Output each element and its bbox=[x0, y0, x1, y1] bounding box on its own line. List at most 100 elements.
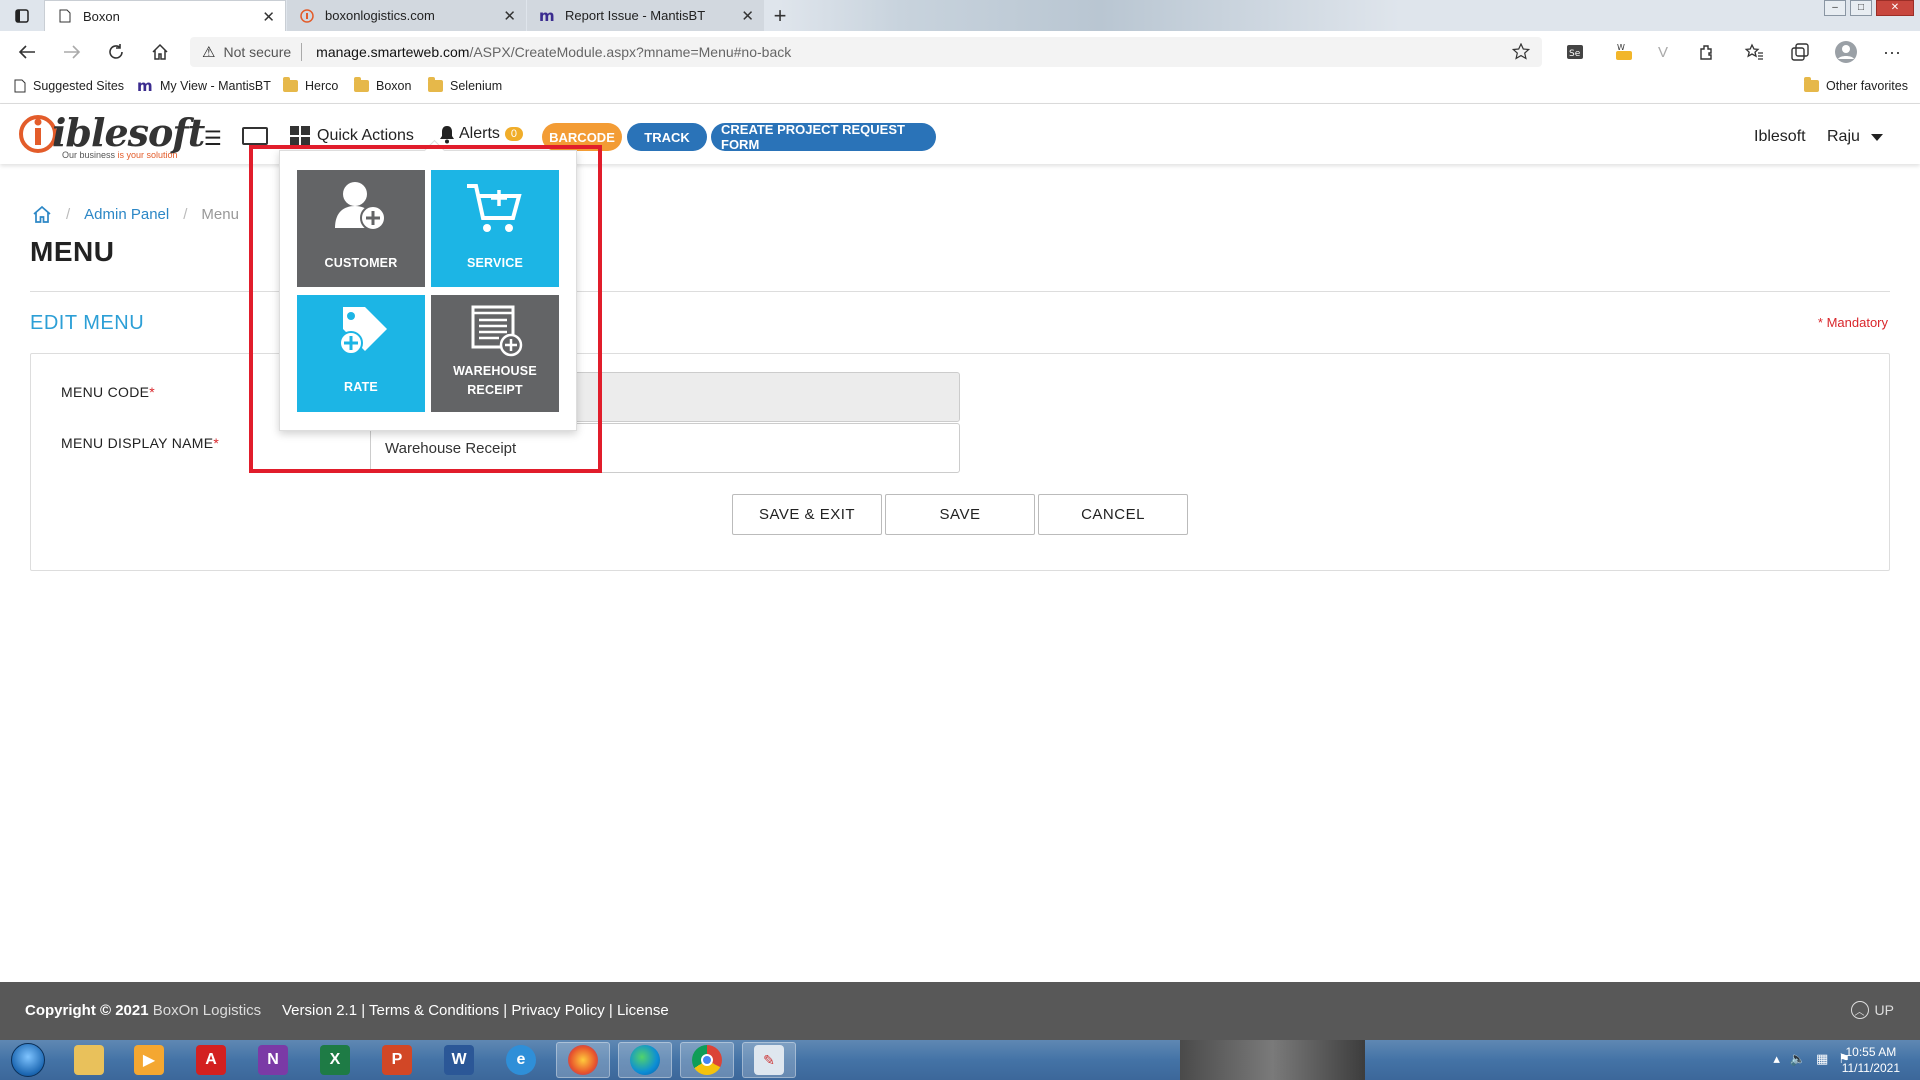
breadcrumb: / Admin Panel / Menu bbox=[32, 205, 239, 223]
monitor-icon[interactable] bbox=[242, 127, 268, 145]
excel-icon: X bbox=[320, 1045, 350, 1075]
footer-separator: | bbox=[608, 1002, 613, 1019]
taskbar-powerpoint[interactable]: P bbox=[370, 1042, 424, 1078]
iblesoft-favicon-icon bbox=[299, 8, 315, 24]
home-icon[interactable] bbox=[32, 205, 52, 223]
refresh-button[interactable] bbox=[103, 39, 129, 65]
tab-mantisbt[interactable]: m Report Issue - MantisBT ✕ bbox=[527, 0, 764, 31]
close-window-button[interactable]: ✕ bbox=[1876, 0, 1914, 16]
save-button[interactable]: SAVE bbox=[885, 494, 1035, 535]
track-button[interactable]: TRACK bbox=[627, 123, 707, 151]
footer-separator: | bbox=[361, 1002, 366, 1019]
bookmark-label: My View - MantisBT bbox=[160, 79, 271, 93]
user-menu[interactable]: Raju bbox=[1827, 128, 1884, 146]
bookmark-label: Other favorites bbox=[1826, 79, 1908, 93]
alerts-label: Alerts bbox=[459, 125, 500, 142]
hamburger-menu-icon[interactable]: ☰ bbox=[204, 126, 222, 151]
required-mark: * bbox=[149, 384, 156, 400]
bookmark-label: Herco bbox=[305, 79, 339, 93]
terms-link[interactable]: Terms & Conditions bbox=[369, 1002, 499, 1019]
show-hidden-icons-icon[interactable]: ▴ bbox=[1773, 1051, 1780, 1067]
caret-down-icon bbox=[1870, 134, 1883, 141]
required-mark: * bbox=[213, 435, 220, 451]
scroll-up-button[interactable]: ︿ UP bbox=[1850, 1001, 1894, 1019]
tagline-part: Our business bbox=[62, 150, 118, 160]
vpn-extension-icon[interactable]: V bbox=[1649, 39, 1677, 65]
bookmark-selenium[interactable]: Selenium bbox=[428, 77, 503, 93]
bookmark-label: Selenium bbox=[450, 79, 503, 93]
breadcrumb-menu: Menu bbox=[201, 205, 239, 223]
url-field[interactable]: ⚠ Not secure manage.smarteweb.com /ASPX/… bbox=[190, 37, 1542, 67]
privacy-policy-link[interactable]: Privacy Policy bbox=[511, 1002, 604, 1019]
bookmark-other-favorites[interactable]: Other favorites bbox=[1804, 77, 1908, 93]
tab-boxon[interactable]: Boxon ✕ bbox=[44, 0, 286, 31]
forward-button[interactable] bbox=[59, 39, 85, 65]
collections-icon[interactable] bbox=[1786, 39, 1814, 65]
more-menu-icon[interactable]: ··· bbox=[1878, 39, 1906, 65]
iblesoft-logo[interactable]: iblesoft Our business is your solution bbox=[18, 110, 205, 160]
start-button[interactable] bbox=[4, 1041, 52, 1079]
quick-actions-label: Quick Actions bbox=[317, 127, 414, 144]
new-tab-button[interactable]: + bbox=[765, 2, 795, 29]
maximize-button[interactable]: □ bbox=[1850, 0, 1872, 16]
address-bar-row: ⚠ Not secure manage.smarteweb.com /ASPX/… bbox=[0, 31, 1920, 71]
taskbar-edge[interactable] bbox=[618, 1042, 672, 1078]
selenium-extension-icon[interactable]: Se bbox=[1561, 39, 1589, 65]
chrome-icon bbox=[692, 1045, 722, 1075]
extensions-icon[interactable] bbox=[1692, 39, 1720, 65]
forward-arrow-icon bbox=[64, 45, 81, 59]
tab-boxonlogistics[interactable]: boxonlogistics.com ✕ bbox=[287, 0, 526, 31]
footer-company-link[interactable]: BoxOn Logistics bbox=[153, 1002, 261, 1019]
taskbar-file-explorer[interactable] bbox=[62, 1042, 116, 1078]
taskbar-paint[interactable]: ✎ bbox=[742, 1042, 796, 1078]
back-button[interactable] bbox=[14, 39, 40, 65]
powerpoint-icon: P bbox=[382, 1045, 412, 1075]
page-title: MENU bbox=[30, 236, 115, 267]
browser-tab-strip: Boxon ✕ boxonlogistics.com ✕ m Report Is… bbox=[0, 0, 1920, 31]
quick-actions-button[interactable]: Quick Actions bbox=[290, 126, 414, 146]
taskbar-excel[interactable]: X bbox=[308, 1042, 362, 1078]
cancel-button[interactable]: CANCEL bbox=[1038, 494, 1188, 535]
mantis-icon: m bbox=[539, 8, 555, 24]
tagline-accent: is your solution bbox=[117, 150, 178, 160]
internet-explorer-icon: e bbox=[506, 1045, 536, 1075]
close-icon[interactable]: ✕ bbox=[503, 7, 516, 25]
taskbar-chrome[interactable] bbox=[680, 1042, 734, 1078]
profile-avatar-icon[interactable] bbox=[1832, 39, 1860, 65]
folder-icon bbox=[354, 77, 369, 92]
close-icon[interactable]: ✕ bbox=[262, 8, 275, 26]
add-favorite-icon[interactable] bbox=[1512, 43, 1530, 61]
bookmark-herco[interactable]: Herco bbox=[283, 77, 339, 93]
create-project-request-form-button[interactable]: CREATE PROJECT REQUEST FORM bbox=[711, 122, 936, 152]
taskbar-media-player[interactable]: ▶ bbox=[122, 1042, 176, 1078]
save-and-exit-button[interactable]: SAVE & EXIT bbox=[732, 494, 882, 535]
tab-actions-icon bbox=[15, 9, 29, 23]
bookmark-suggested-sites[interactable]: Suggested Sites bbox=[14, 79, 124, 93]
favorites-icon[interactable] bbox=[1740, 39, 1768, 65]
company-name: Iblesoft bbox=[1754, 128, 1806, 145]
system-clock[interactable]: 10:55 AM 11/11/2021 bbox=[1842, 1044, 1900, 1076]
home-button[interactable] bbox=[147, 39, 173, 65]
taskbar-internet-explorer[interactable]: e bbox=[494, 1042, 548, 1078]
taskbar-acrobat[interactable]: A bbox=[184, 1042, 238, 1078]
svg-text:W: W bbox=[1617, 43, 1625, 52]
minimize-button[interactable]: – bbox=[1824, 0, 1846, 16]
tab-actions-button[interactable] bbox=[2, 5, 42, 27]
taskbar-word[interactable]: W bbox=[432, 1042, 486, 1078]
bookmark-boxon[interactable]: Boxon bbox=[354, 77, 411, 93]
bookmark-my-view-mantisbt[interactable]: m My View - MantisBT bbox=[137, 79, 271, 93]
taskbar-onenote[interactable]: N bbox=[246, 1042, 300, 1078]
license-link[interactable]: License bbox=[617, 1002, 669, 1019]
network-icon[interactable]: ▦ bbox=[1816, 1051, 1828, 1067]
volume-icon[interactable]: 🔈 bbox=[1790, 1051, 1806, 1067]
close-icon[interactable]: ✕ bbox=[741, 7, 754, 25]
breadcrumb-admin-panel[interactable]: Admin Panel bbox=[84, 206, 169, 223]
tab-title: boxonlogistics.com bbox=[325, 8, 435, 23]
taskbar-firefox[interactable] bbox=[556, 1042, 610, 1078]
svg-text:m: m bbox=[137, 79, 153, 93]
edge-icon bbox=[630, 1045, 660, 1075]
security-status: Not secure bbox=[223, 44, 292, 60]
alerts-button[interactable]: Alerts 0 bbox=[438, 124, 524, 144]
url-separator bbox=[301, 43, 303, 61]
wappalyzer-extension-icon[interactable]: W bbox=[1610, 39, 1638, 65]
